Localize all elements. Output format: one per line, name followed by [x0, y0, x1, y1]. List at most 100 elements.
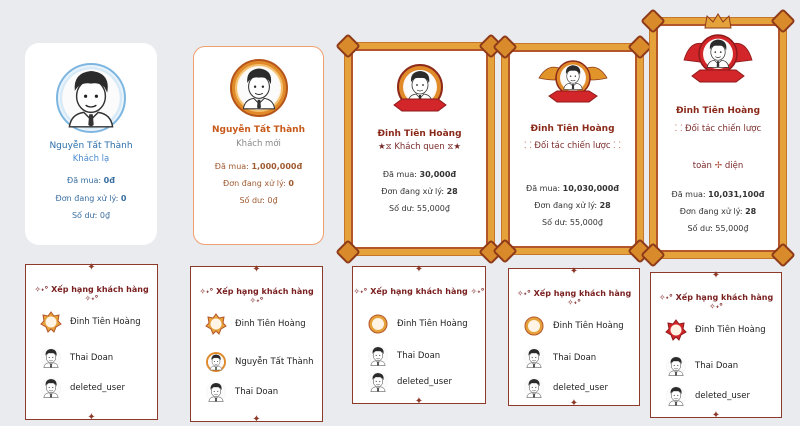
- rank-ornament: ⸬: [524, 141, 532, 151]
- leaderboard-title: ✧˖° Xếp hạng khách hàng ✧˖°: [516, 289, 632, 307]
- pending-label: Đơn đang xử lý:: [381, 187, 445, 196]
- balance-stat: Số dư: 55,000₫: [508, 218, 637, 227]
- avatar: [229, 59, 288, 117]
- pending-stat: Đơn đang xử lý: 28: [656, 207, 780, 216]
- avatar: [56, 63, 126, 133]
- rank-badge-icon: [665, 319, 687, 341]
- entry-name: Đinh Tiên Hoàng: [70, 317, 141, 327]
- user-name: Nguyễn Tất Thành: [49, 141, 133, 151]
- leaderboard-entry[interactable]: Thai Doan: [665, 355, 738, 377]
- entry-name: Nguyễn Tất Thành: [235, 357, 314, 367]
- leaderboard: ✦ ✧˖° Xếp hạng khách hàng ✧˖° Đinh Tiên …: [508, 266, 640, 409]
- ornament-icon: ✦: [711, 410, 721, 421]
- leaderboard-entry[interactable]: Thai Doan: [367, 345, 440, 367]
- pending-label: Đơn đang xử lý:: [55, 194, 119, 203]
- leaderboard-title: ✧˖° Xếp hạng khách hàng ✧˖°: [658, 293, 774, 311]
- rank-label: Khách lạ: [72, 154, 110, 164]
- avatar: [524, 348, 544, 368]
- rank-label: ★⧖ Khách quen ⧖★: [351, 142, 488, 152]
- pending-value: 28: [446, 187, 458, 196]
- leaderboard: ✦ ✧˖° Xếp hạng khách hàng ✧˖° Đinh Tiên …: [650, 270, 782, 421]
- balance-label: Số dư:: [71, 211, 98, 220]
- avatar: [368, 372, 388, 392]
- avatar: [666, 356, 686, 376]
- leaderboard-entry[interactable]: Thai Doan: [40, 347, 113, 369]
- leaderboard-entry[interactable]: Đinh Tiên Hoàng: [665, 319, 766, 341]
- avatar: [683, 34, 753, 83]
- entry-name: Đinh Tiên Hoàng: [553, 321, 624, 331]
- pending-stat: Đơn đang xử lý: 0: [194, 179, 323, 188]
- pending-stat: Đơn đang xử lý: 0: [25, 194, 157, 203]
- leaderboard-entry[interactable]: Thai Doan: [523, 347, 596, 369]
- leaderboard-title: ✧˖° Xếp hạng khách hàng ✧˖°: [34, 285, 149, 303]
- rank-label-line2: toàn ✢ diện: [656, 161, 780, 171]
- bought-value: 0đ: [103, 176, 115, 185]
- avatar: [666, 386, 686, 406]
- ornament-icon: ✦: [414, 396, 424, 407]
- ornament-icon: ✦: [711, 270, 721, 281]
- bought-stat: Đã mua: 1,000,000đ: [194, 162, 323, 171]
- leaderboard-entry[interactable]: deleted_user: [665, 385, 750, 407]
- balance-stat: Số dư: 0₫: [194, 196, 323, 205]
- rank-ornament: ⸬: [674, 124, 683, 134]
- bought-stat: Đã mua: 30,000đ: [351, 170, 488, 179]
- profile-card-partner: Đinh Tiên Hoàng ⸬ Đối tác chiến lược ⸬ Đ…: [492, 44, 653, 264]
- leaderboard-title: ✧˖° Xếp hạng khách hàng ✧˖°: [353, 287, 485, 296]
- rank-badge-icon: [205, 313, 227, 335]
- entry-name: Thai Doan: [397, 351, 441, 361]
- entry-name: Thai Doan: [553, 353, 597, 363]
- ornament-icon: ✦: [87, 412, 96, 423]
- bought-stat: Đã mua: 0đ: [25, 176, 157, 185]
- entry-name: deleted_user: [397, 377, 452, 387]
- rank-text: Đối tác chiến lược: [685, 124, 762, 134]
- leaderboard: ✦ ✧˖° Xếp hạng khách hàng ✧˖° Đinh Tiên …: [25, 262, 158, 423]
- balance-label: Số dư:: [239, 196, 265, 205]
- rank-badge-icon: [40, 311, 62, 333]
- bought-value: 10,031,100đ: [708, 190, 765, 199]
- profile-card-new: Nguyễn Tất Thành Khách mới Đã mua: 1,000…: [193, 46, 324, 245]
- leaderboard-entry[interactable]: Nguyễn Tất Thành: [205, 351, 314, 373]
- pending-value: 0: [288, 179, 294, 188]
- pending-value: 28: [599, 201, 611, 210]
- leaderboard-entry[interactable]: Đinh Tiên Hoàng: [40, 311, 141, 333]
- frame-corner: [335, 239, 361, 265]
- rank-badge-icon: [524, 316, 544, 336]
- bought-label: Đã mua:: [382, 170, 417, 179]
- avatar: [392, 64, 447, 112]
- rank-text: diện: [724, 161, 744, 171]
- avatar: [206, 382, 226, 402]
- leaderboard: ✦ ✧˖° Xếp hạng khách hàng ✧˖° Đinh Tiên …: [190, 264, 323, 425]
- pending-label: Đơn đang xử lý:: [534, 201, 598, 210]
- pending-value: 0: [120, 194, 127, 203]
- user-name: Nguyễn Tất Thành: [212, 125, 305, 135]
- ornament-icon: ✦: [252, 414, 261, 425]
- rank-ornament: ⧖★: [447, 142, 461, 152]
- rank-badge-icon: [368, 314, 388, 334]
- rank-text: Đối tác chiến lược: [534, 141, 611, 151]
- avatar: [537, 60, 608, 103]
- leaderboard-entry[interactable]: Thai Doan: [205, 381, 278, 403]
- bought-value: 10,030,000đ: [562, 184, 619, 193]
- avatar: [41, 348, 61, 368]
- leaderboard-entry[interactable]: Đinh Tiên Hoàng: [205, 313, 306, 335]
- leaderboard-title: ✧˖° Xếp hạng khách hàng ✧˖°: [199, 287, 314, 305]
- bought-value: 30,000đ: [419, 170, 457, 179]
- leaderboard-entry[interactable]: Đinh Tiên Hoàng: [367, 313, 468, 335]
- pending-label: Đơn đang xử lý:: [679, 207, 743, 216]
- rank-label: Khách mới: [236, 139, 281, 149]
- avatar: [206, 352, 226, 372]
- entry-name: Đinh Tiên Hoàng: [397, 319, 468, 329]
- leaderboard-entry[interactable]: deleted_user: [523, 377, 608, 399]
- leaderboard-entry[interactable]: deleted_user: [367, 371, 452, 393]
- rank-label: ⸬ Đối tác chiến lược ⸬: [508, 138, 637, 151]
- balance-stat: Số dư: 0₫: [25, 211, 157, 220]
- bought-label: Đã mua:: [67, 176, 102, 185]
- crown-icon: [704, 13, 732, 29]
- leaderboard-entry[interactable]: deleted_user: [40, 377, 125, 399]
- avatar: [368, 346, 388, 366]
- leaderboard-entry[interactable]: Đinh Tiên Hoàng: [523, 315, 624, 337]
- balance-value: 0₫: [99, 211, 111, 220]
- entry-name: deleted_user: [553, 383, 608, 393]
- ornament-icon: ✦: [252, 264, 261, 275]
- entry-name: deleted_user: [695, 391, 750, 401]
